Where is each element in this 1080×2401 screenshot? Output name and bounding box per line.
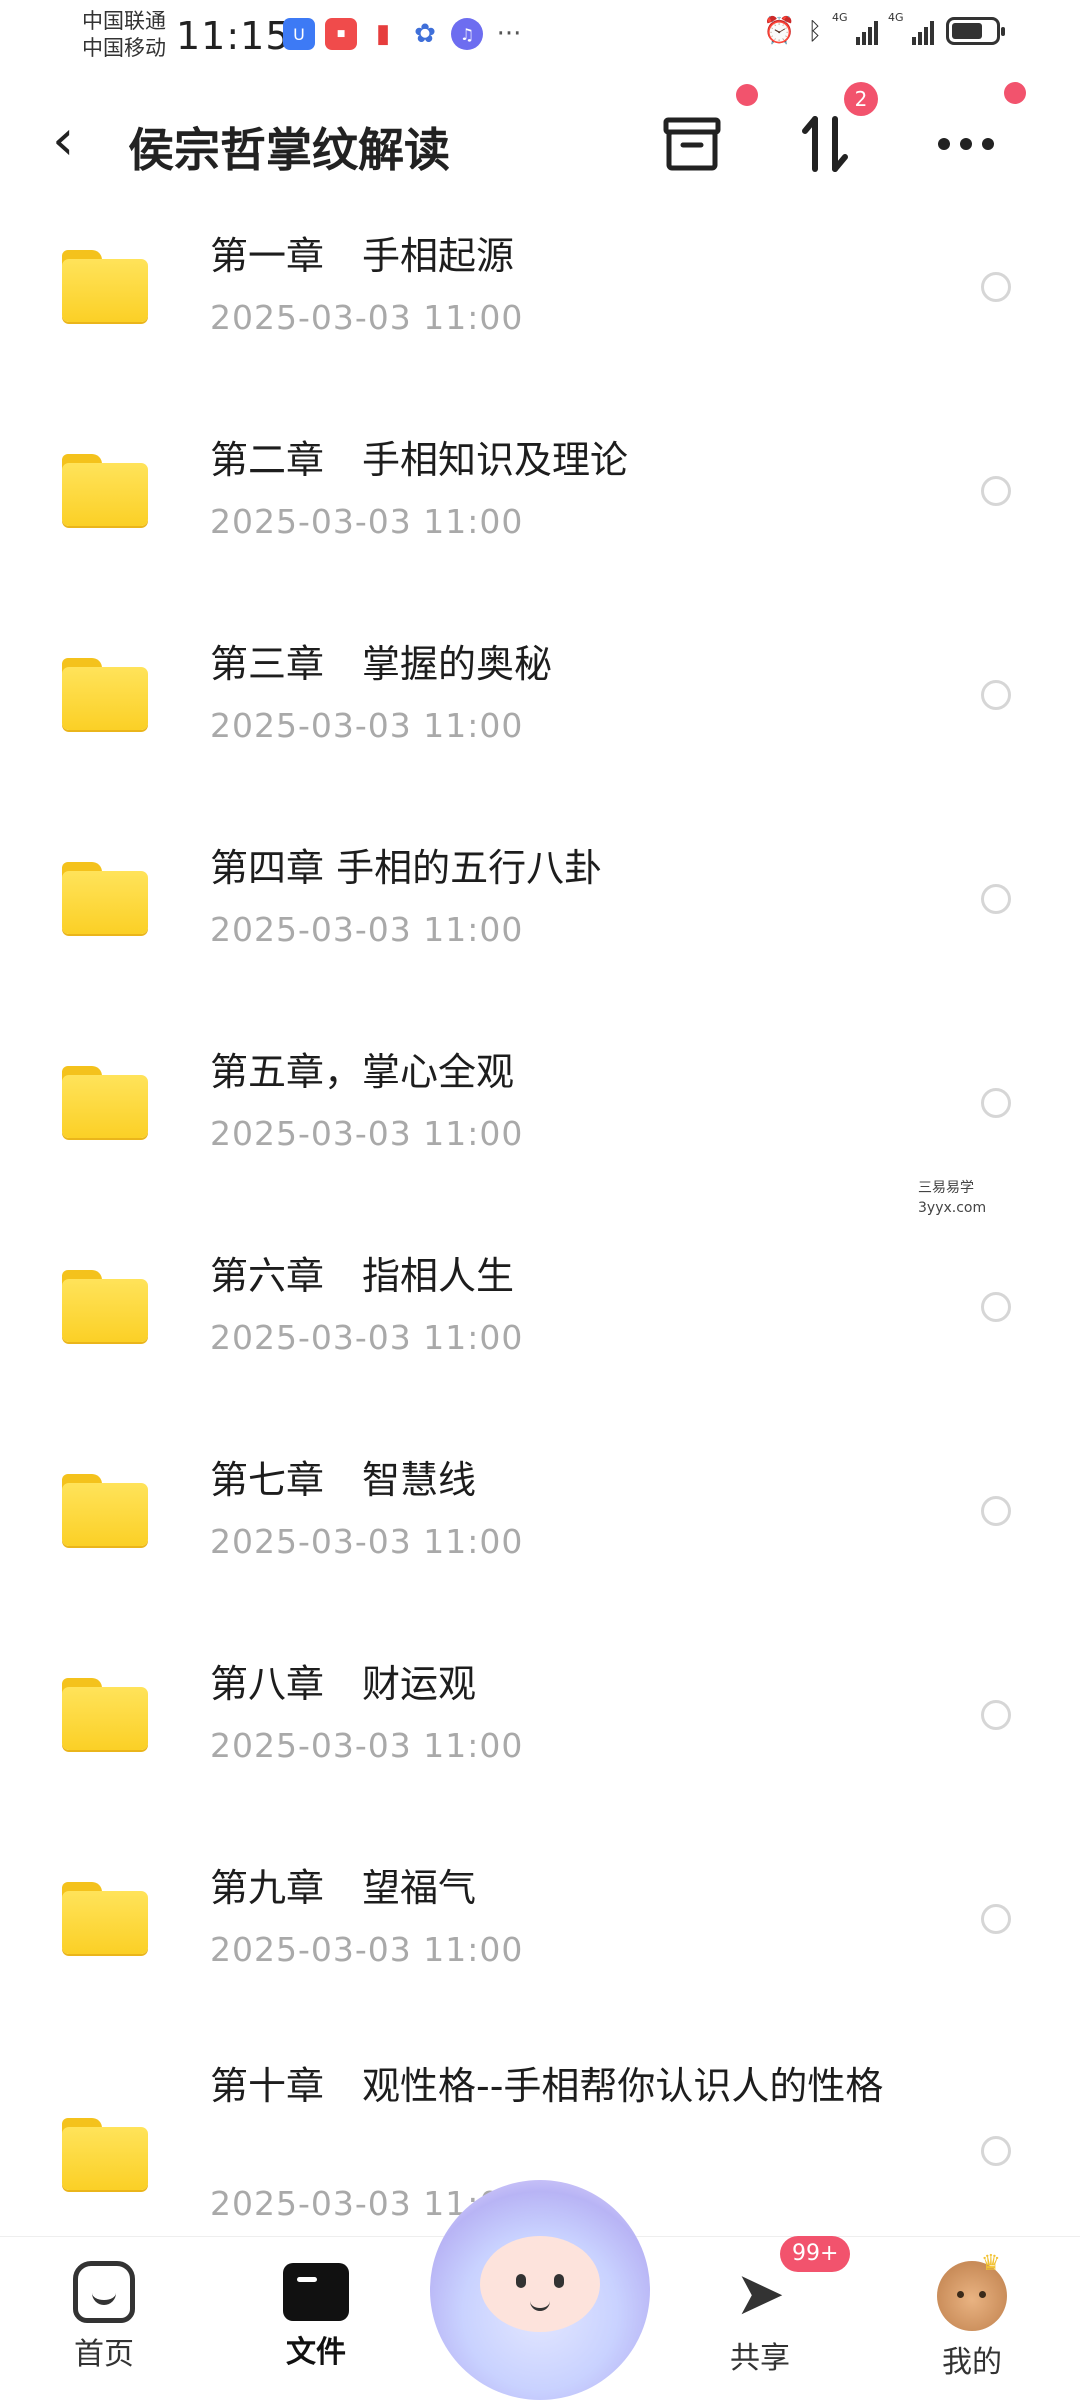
battery-icon xyxy=(946,17,1005,45)
file-date: 2025-03-03 11:00 xyxy=(210,1522,524,1561)
system-icons: ⏰ ᛒ 4G 4G xyxy=(763,11,1005,46)
watermark: 三易易学 3yyx.com xyxy=(918,1178,986,1218)
mascot-face xyxy=(480,2236,600,2332)
folder-icon xyxy=(62,862,148,934)
nav-files[interactable]: 文件 xyxy=(256,2261,376,2371)
folder-icon xyxy=(62,1678,148,1750)
folder-icon xyxy=(62,1882,148,1954)
list-item[interactable]: 第九章 望福气 2025-03-03 11:00 xyxy=(0,1832,1080,2036)
transfer-button[interactable] xyxy=(790,108,862,180)
list-item[interactable]: 第一章 手相起源 2025-03-03 11:00 xyxy=(0,200,1080,404)
folder-icon xyxy=(62,1270,148,1342)
back-icon[interactable]: ‹ xyxy=(52,113,92,169)
archive-icon xyxy=(663,117,721,171)
book-notification-icon: ▮ xyxy=(375,19,391,49)
nav-share[interactable]: ➤ 共享 xyxy=(700,2261,820,2377)
nav-home-label: 首页 xyxy=(74,2337,134,2372)
status-time: 11:15 xyxy=(176,14,291,58)
file-date: 2025-03-03 11:00 xyxy=(210,1930,524,1969)
file-date: 2025-03-03 11:00 xyxy=(210,1726,524,1765)
folder-icon xyxy=(62,1474,148,1546)
nav-files-label: 文件 xyxy=(286,2335,346,2370)
list-item[interactable]: 第八章 财运观 2025-03-03 11:00 xyxy=(0,1628,1080,1832)
nav-share-label: 共享 xyxy=(730,2341,790,2376)
select-radio[interactable] xyxy=(981,1904,1011,1934)
list-item[interactable]: 第六章 指相人生 2025-03-03 11:00 xyxy=(0,1220,1080,1424)
select-radio[interactable] xyxy=(981,476,1011,506)
list-item[interactable]: 第七章 智慧线 2025-03-03 11:00 xyxy=(0,1424,1080,1628)
select-radio[interactable] xyxy=(981,2136,1011,2166)
file-name: 第五章，掌心全观 xyxy=(210,1050,515,1094)
sort-icon xyxy=(802,116,848,172)
nav-mine[interactable]: ♛ 我的 xyxy=(912,2251,1032,2381)
notification-icons: U ■ ▮ ✿ ♫ ··· xyxy=(283,18,525,50)
nav-home[interactable]: 首页 xyxy=(44,2261,164,2373)
folder-icon xyxy=(62,250,148,322)
file-date: 2025-03-03 11:00 xyxy=(210,502,524,541)
file-name: 第四章 手相的五行八卦 xyxy=(210,846,603,890)
file-name: 第六章 指相人生 xyxy=(210,1254,515,1298)
file-date: 2025-03-03 11:00 xyxy=(210,1318,524,1357)
select-radio[interactable] xyxy=(981,1088,1011,1118)
bluetooth-icon: ᛒ xyxy=(807,17,822,45)
archive-red-dot xyxy=(736,84,758,106)
crown-icon: ♛ xyxy=(981,2251,1001,2276)
file-icon xyxy=(283,2263,349,2321)
avatar: ♛ xyxy=(937,2251,1007,2331)
more-red-dot xyxy=(1004,82,1026,104)
page-title: 侯宗哲掌纹解读 xyxy=(128,123,450,177)
list-item[interactable]: 第二章 手相知识及理论 2025-03-03 11:00 xyxy=(0,404,1080,608)
shop-notification-icon: ■ xyxy=(325,18,357,50)
carrier-1: 中国联通 xyxy=(82,9,166,33)
share-count-badge: 99+ xyxy=(780,2236,851,2272)
top-app-bar: ‹ 侯宗哲掌纹解读 2 xyxy=(0,82,1080,200)
file-name: 第八章 财运观 xyxy=(210,1662,477,1706)
select-radio[interactable] xyxy=(981,272,1011,302)
list-item[interactable]: 第四章 手相的五行八卦 2025-03-03 11:00 xyxy=(0,812,1080,1016)
file-date: 2025-03-03 11:00 xyxy=(210,1114,524,1153)
file-name: 第二章 手相知识及理论 xyxy=(210,438,629,482)
archive-button[interactable] xyxy=(656,108,728,180)
folder-icon xyxy=(62,454,148,526)
nav-mine-label: 我的 xyxy=(942,2345,1002,2380)
list-item[interactable]: 第三章 掌握的奥秘 2025-03-03 11:00 xyxy=(0,608,1080,812)
watermark-line-2: 3yyx.com xyxy=(918,1200,987,1216)
app-notification-icon: U xyxy=(283,18,315,50)
select-radio[interactable] xyxy=(981,1700,1011,1730)
ai-assistant-button[interactable] xyxy=(430,2180,650,2400)
carrier-2: 中国移动 xyxy=(82,36,166,60)
signal-icon-1: 4G xyxy=(832,11,878,45)
status-bar: 中国联通 中国移动 11:15 U ■ ▮ ✿ ♫ ··· ⏰ ᛒ 4G 4G xyxy=(0,0,1080,72)
file-name: 第十章 观性格--手相帮你认识人的性格 xyxy=(210,2064,884,2108)
transfer-count-badge: 2 xyxy=(844,82,878,116)
folder-icon xyxy=(62,658,148,730)
select-radio[interactable] xyxy=(981,1496,1011,1526)
file-date: 2025-03-03 11:00 xyxy=(210,298,524,337)
select-radio[interactable] xyxy=(981,884,1011,914)
file-name: 第一章 手相起源 xyxy=(210,234,515,278)
file-date: 2025-03-03 11:00 xyxy=(210,910,524,949)
carrier-labels: 中国联通 中国移动 xyxy=(82,8,166,62)
music-notification-icon: ♫ xyxy=(451,18,483,50)
file-date: 2025-03-03 11:00 xyxy=(210,706,524,745)
watermark-line-1: 三易易学 xyxy=(918,1180,974,1196)
more-button[interactable] xyxy=(930,108,1002,180)
file-name: 第三章 掌握的奥秘 xyxy=(210,642,553,686)
baidu-paw-icon: ✿ xyxy=(414,19,436,49)
folder-icon xyxy=(62,1066,148,1138)
more-notifications-icon: ··· xyxy=(496,19,522,49)
select-radio[interactable] xyxy=(981,1292,1011,1322)
file-name: 第七章 智慧线 xyxy=(210,1458,477,1502)
more-icon xyxy=(938,138,994,150)
select-radio[interactable] xyxy=(981,680,1011,710)
file-name: 第九章 望福气 xyxy=(210,1866,477,1910)
folder-icon xyxy=(62,2118,148,2190)
home-icon xyxy=(73,2261,135,2323)
signal-icon-2: 4G xyxy=(888,11,934,45)
alarm-icon: ⏰ xyxy=(763,16,796,46)
